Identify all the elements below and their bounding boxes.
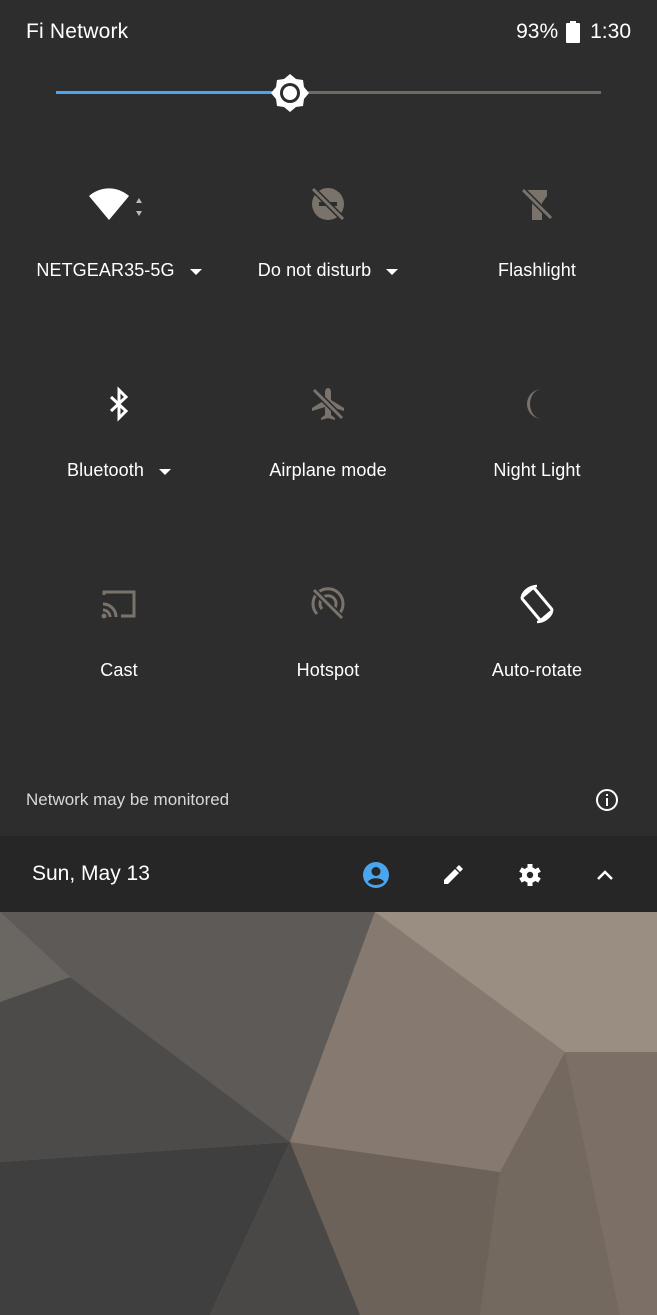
expand-arrow-icon[interactable] bbox=[189, 268, 202, 275]
battery-percent: 93% bbox=[516, 20, 559, 43]
auto-rotate-icon bbox=[432, 582, 642, 626]
bluetooth-icon bbox=[14, 382, 224, 426]
hotspot-off-icon bbox=[223, 582, 433, 626]
tile-do-not-disturb[interactable]: Do not disturb bbox=[223, 182, 433, 342]
info-icon[interactable] bbox=[595, 788, 619, 812]
tile-label: Auto-rotate bbox=[491, 660, 583, 680]
edit-pencil-icon[interactable] bbox=[438, 860, 468, 890]
tile-label: NETGEAR35-5G bbox=[36, 260, 175, 280]
quick-settings-footer: Sun, May 13 bbox=[0, 836, 657, 912]
tile-cast[interactable]: Cast bbox=[14, 582, 224, 742]
tile-airplane-mode[interactable]: Airplane mode bbox=[223, 382, 433, 542]
tile-bluetooth[interactable]: Bluetooth bbox=[14, 382, 224, 542]
brightness-slider[interactable] bbox=[56, 72, 601, 114]
moon-icon bbox=[432, 382, 642, 426]
wallpaper bbox=[0, 912, 657, 1315]
battery-icon bbox=[566, 21, 581, 43]
tile-label: Flashlight bbox=[497, 260, 577, 280]
expand-arrow-icon[interactable] bbox=[386, 268, 399, 275]
brightness-fill bbox=[56, 91, 290, 94]
tile-flashlight[interactable]: Flashlight bbox=[432, 182, 642, 342]
network-monitor-notice[interactable]: Network may be monitored bbox=[0, 770, 657, 832]
collapse-chevron-up-icon[interactable] bbox=[590, 860, 620, 890]
tile-label: Hotspot bbox=[296, 660, 360, 680]
flashlight-icon bbox=[432, 182, 642, 226]
carrier-name: Fi Network bbox=[26, 20, 129, 43]
brightness-thumb-icon[interactable] bbox=[270, 72, 310, 114]
settings-gear-icon[interactable] bbox=[515, 860, 545, 890]
tile-label: Bluetooth bbox=[67, 460, 144, 480]
wifi-icon bbox=[14, 182, 224, 226]
network-monitor-text: Network may be monitored bbox=[26, 790, 230, 809]
tile-night-light[interactable]: Night Light bbox=[432, 382, 642, 542]
user-account-icon[interactable] bbox=[361, 860, 391, 890]
tile-auto-rotate[interactable]: Auto-rotate bbox=[432, 582, 642, 742]
status-bar: Fi Network 93% 1:30 bbox=[0, 0, 657, 66]
date-label[interactable]: Sun, May 13 bbox=[32, 862, 150, 886]
do-not-disturb-icon bbox=[223, 182, 433, 226]
tile-hotspot[interactable]: Hotspot bbox=[223, 582, 433, 742]
tile-label: Airplane mode bbox=[269, 460, 387, 480]
clock: 1:30 bbox=[590, 20, 631, 43]
status-right: 93% 1:30 bbox=[516, 20, 631, 44]
quick-settings-panel: Fi Network 93% 1:30 NETGEAR35-5G Do not … bbox=[0, 0, 657, 912]
tile-label: Cast bbox=[100, 660, 138, 680]
tile-label: Night Light bbox=[493, 460, 581, 480]
expand-arrow-icon[interactable] bbox=[158, 468, 171, 475]
tile-label: Do not disturb bbox=[257, 260, 372, 280]
airplane-off-icon bbox=[223, 382, 433, 426]
tile-wifi[interactable]: NETGEAR35-5G bbox=[14, 182, 224, 342]
cast-icon bbox=[14, 582, 224, 626]
